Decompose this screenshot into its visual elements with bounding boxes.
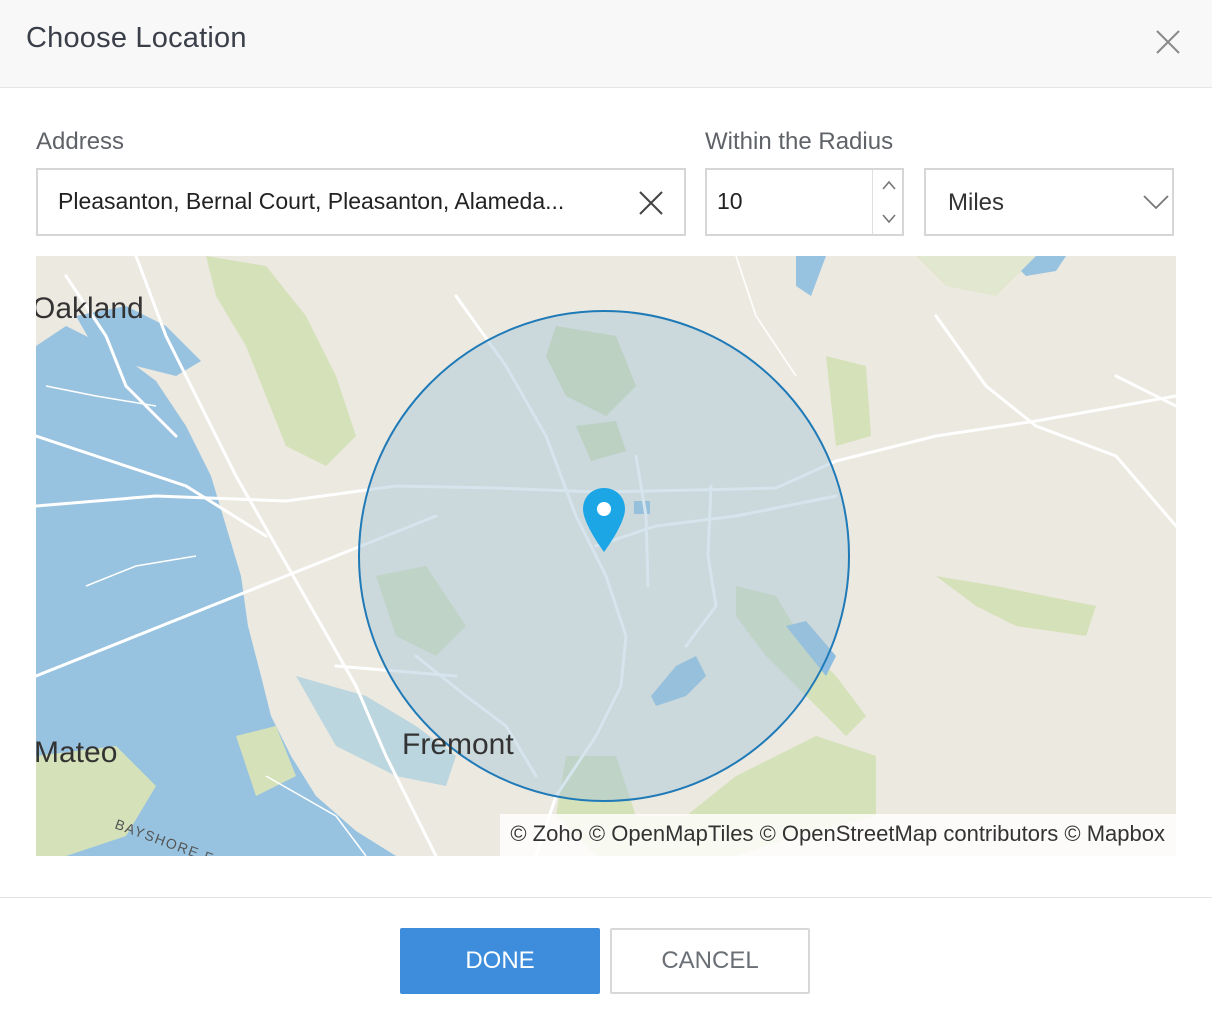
unit-value: Miles xyxy=(948,189,1005,216)
place-label-oakland: Oakland xyxy=(36,292,144,325)
place-label-fremont: Fremont xyxy=(402,728,514,761)
dialog-header: Choose Location xyxy=(0,0,1212,88)
address-value[interactable]: Pleasanton, Bernal Court, Pleasanton, Al… xyxy=(58,188,618,215)
address-label: Address xyxy=(36,128,125,155)
place-label-san-mateo: Mateo xyxy=(36,736,117,769)
map-attribution: © Zoho © OpenMapTiles © OpenStreetMap co… xyxy=(500,814,1176,856)
radius-value[interactable]: 10 xyxy=(717,188,743,215)
choose-location-dialog: Choose Location Address Within the Radiu… xyxy=(0,0,1212,1022)
unit-select[interactable]: Miles xyxy=(924,168,1174,236)
radius-label: Within the Radius xyxy=(705,128,894,155)
done-button[interactable]: DONE xyxy=(400,928,600,994)
address-input[interactable]: Pleasanton, Bernal Court, Pleasanton, Al… xyxy=(36,168,686,236)
map-pin-icon[interactable] xyxy=(581,486,627,554)
cancel-button[interactable]: CANCEL xyxy=(610,928,810,994)
map-canvas[interactable]: Oakland Fremont Mateo BAYSHORE F xyxy=(36,256,1176,856)
radius-stepper xyxy=(872,170,904,234)
radius-input[interactable]: 10 xyxy=(705,168,904,236)
clear-x-icon[interactable] xyxy=(636,188,666,218)
close-icon[interactable] xyxy=(1148,22,1188,62)
location-map[interactable]: Oakland Fremont Mateo BAYSHORE F © Zoho … xyxy=(36,256,1176,856)
dialog-title: Choose Location xyxy=(26,22,247,54)
chevron-down-icon[interactable] xyxy=(873,202,905,234)
chevron-down-icon[interactable] xyxy=(1142,192,1170,212)
chevron-up-icon[interactable] xyxy=(873,170,905,202)
footer-divider xyxy=(0,897,1212,898)
